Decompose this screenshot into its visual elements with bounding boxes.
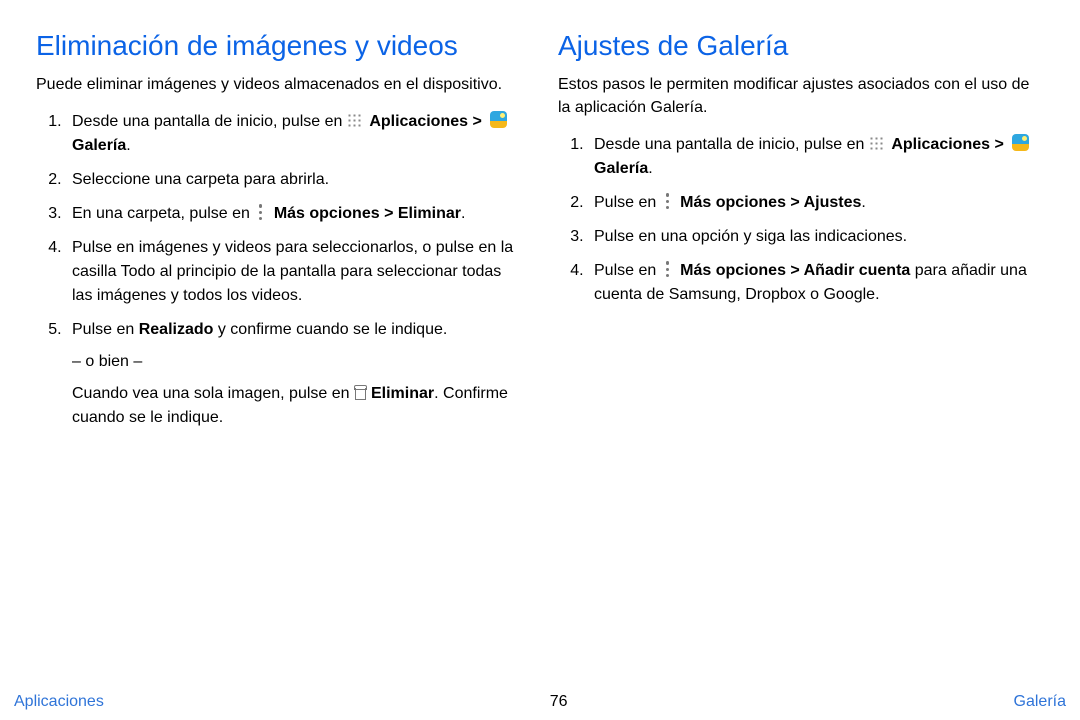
step-text: Desde una pantalla de inicio, pulse en [594,136,869,153]
separator-gt: > [990,136,1008,153]
section-heading-settings: Ajustes de Galería [558,28,1044,63]
step-text: Pulse en [594,262,661,279]
label-realizado: Realizado [139,321,214,338]
dot: . [126,137,130,154]
label-aplicaciones: Aplicaciones [891,136,990,153]
footer-section: Aplicaciones [14,693,104,711]
label-more-settings: Más opciones > Ajustes [680,194,861,211]
manual-page: Eliminación de imágenes y videos Puede e… [0,0,1080,720]
step-4: Pulse en Más opciones > Añadir cuenta pa… [588,259,1044,307]
label-eliminar: Eliminar [371,385,434,402]
page-footer: Aplicaciones 76 Galería [0,690,1080,720]
dot: . [861,194,865,211]
two-column-layout: Eliminación de imágenes y videos Puede e… [36,28,1044,440]
separator-gt: > [468,113,486,130]
step-text: Desde una pantalla de inicio, pulse en [72,113,347,130]
dot: . [648,160,652,177]
apps-grid-icon [869,136,884,151]
step-2: Seleccione una carpeta para abrirla. [66,168,522,192]
intro-text: Puede eliminar imágenes y videos almacen… [36,73,522,96]
steps-list: Desde una pantalla de inicio, pulse en A… [558,133,1044,307]
label-galeria: Galería [72,137,126,154]
left-column: Eliminación de imágenes y videos Puede e… [36,28,522,440]
apps-grid-icon [347,113,362,128]
trash-icon [354,385,367,400]
step-3: En una carpeta, pulse en Más opciones > … [66,202,522,226]
step-text: Pulse en [72,321,139,338]
or-separator: – o bien – [72,350,522,374]
label-galeria: Galería [594,160,648,177]
gallery-icon [490,111,507,128]
dot: . [461,205,465,222]
step-1: Desde una pantalla de inicio, pulse en A… [588,133,1044,181]
more-options-icon [663,261,673,277]
label-more-delete: Más opciones > Eliminar [274,205,461,222]
step-text: Cuando vea una sola imagen, pulse en [72,385,354,402]
page-number: 76 [550,693,568,711]
label-more-add-account: Más opciones > Añadir cuenta [680,262,910,279]
step-4: Pulse en imágenes y videos para seleccio… [66,236,522,308]
more-options-icon [256,204,266,220]
step-5: Pulse en Realizado y confirme cuando se … [66,318,522,430]
more-options-icon [663,193,673,209]
step-text: Pulse en [594,194,661,211]
step-text: y confirme cuando se le indique. [213,321,447,338]
steps-list: Desde una pantalla de inicio, pulse en A… [36,110,522,430]
intro-text: Estos pasos le permiten modificar ajuste… [558,73,1044,119]
step-2: Pulse en Más opciones > Ajustes. [588,191,1044,215]
footer-subsection: Galería [1014,693,1066,711]
section-heading-delete: Eliminación de imágenes y videos [36,28,522,63]
single-image-instruction: Cuando vea una sola imagen, pulse en Eli… [72,382,522,430]
gallery-icon [1012,134,1029,151]
step-3: Pulse en una opción y siga las indicacio… [588,225,1044,249]
label-aplicaciones: Aplicaciones [369,113,468,130]
step-text: En una carpeta, pulse en [72,205,254,222]
step-1: Desde una pantalla de inicio, pulse en A… [66,110,522,158]
right-column: Ajustes de Galería Estos pasos le permit… [558,28,1044,440]
